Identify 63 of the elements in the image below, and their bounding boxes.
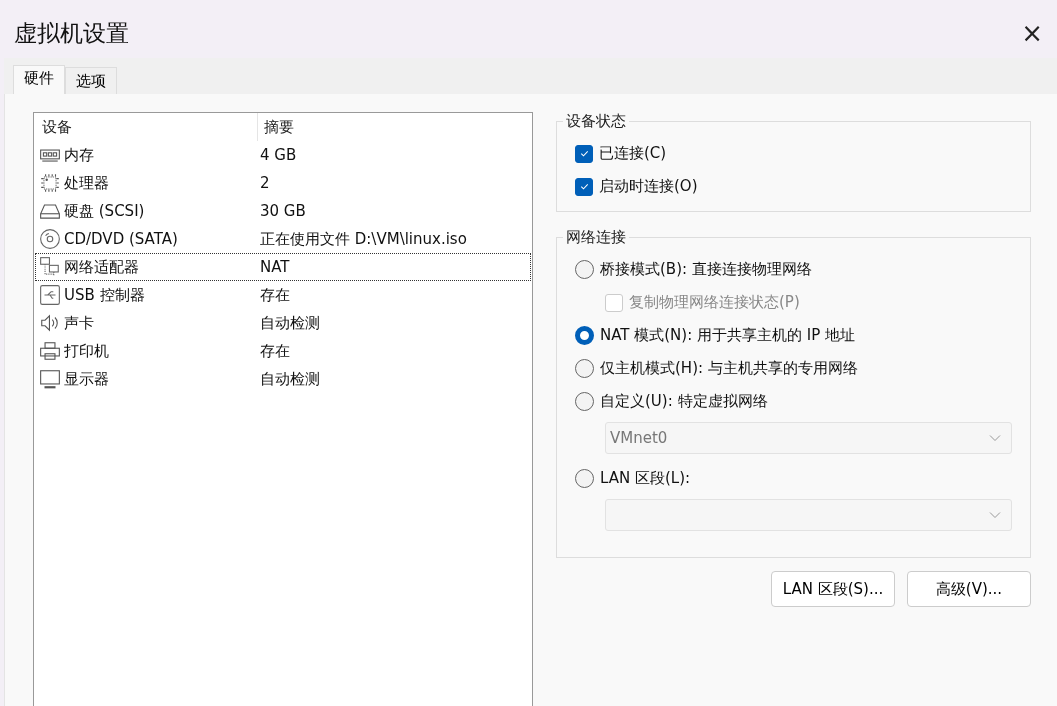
usb-icon [39, 284, 61, 306]
cpu-icon [39, 172, 61, 194]
radio-button[interactable] [575, 260, 594, 279]
column-header: 设备 [41, 117, 73, 137]
device-row[interactable]: 内存 4 GB [35, 141, 531, 169]
checkbox[interactable] [575, 177, 593, 196]
radio-label: 自定义(U): 特定虚拟网络 [600, 392, 768, 411]
cd-icon [39, 228, 61, 250]
tab[interactable]: 选项 [65, 67, 117, 94]
check-icon [578, 181, 590, 192]
network-icon [39, 256, 61, 278]
window-title: 虚拟机设置 [14, 18, 129, 48]
radio-label: 仅主机模式(H): 与主机共享的专用网络 [600, 359, 858, 378]
display-icon [39, 368, 61, 390]
device-summary: 正在使用文件 D:\VM\linux.iso [260, 229, 468, 249]
device-row[interactable]: 显示器 自动检测 [35, 365, 531, 393]
device-row[interactable]: 网络适配器 NAT [35, 253, 531, 281]
device-name: 内存 [64, 145, 94, 165]
radio-button[interactable] [575, 359, 594, 378]
device-summary: 2 [260, 174, 271, 192]
device-row[interactable]: 处理器 2 [35, 169, 531, 197]
device-summary: 自动检测 [260, 369, 321, 389]
dialog-button[interactable]: 高级(V)... [907, 571, 1031, 607]
device-summary: 自动检测 [260, 313, 321, 333]
device-name: 声卡 [64, 313, 94, 333]
checkbox-label: 复制物理网络连接状态(P) [629, 293, 800, 312]
check-icon [578, 148, 590, 159]
device-name: 显示器 [64, 369, 109, 389]
device-name: 打印机 [64, 341, 109, 361]
radio-button[interactable] [575, 392, 594, 411]
device-summary: 30 GB [260, 202, 307, 220]
device-summary: NAT [260, 258, 291, 276]
radio-label: 桥接模式(B): 直接连接物理网络 [600, 260, 812, 279]
device-row[interactable]: 硬盘 (SCSI) 30 GB [35, 197, 531, 225]
dialog-button[interactable]: LAN 区段(S)... [771, 571, 895, 607]
group-title: 网络连接 [565, 228, 627, 247]
group-title: 设备状态 [565, 112, 627, 131]
device-summary: 存在 [260, 285, 291, 305]
column-header: 摘要 [257, 113, 532, 141]
printer-icon [39, 340, 61, 362]
close-button[interactable]: × [1015, 18, 1049, 48]
device-name: 网络适配器 [64, 257, 139, 277]
device-name: 硬盘 (SCSI) [64, 201, 145, 221]
device-summary: 存在 [260, 341, 291, 361]
caret-icon [989, 511, 1001, 519]
caret-icon [989, 434, 1001, 442]
sound-icon [39, 312, 61, 334]
checkbox-label: 已连接(C) [599, 144, 667, 163]
checkbox[interactable] [575, 144, 593, 163]
device-row[interactable]: 声卡 自动检测 [35, 309, 531, 337]
device-name: 处理器 [64, 173, 109, 193]
device-name: CD/DVD (SATA) [64, 230, 178, 248]
radio-label: LAN 区段(L): [600, 469, 691, 488]
radio-button[interactable] [575, 469, 594, 488]
device-summary: 4 GB [260, 146, 298, 164]
tab[interactable]: 硬件 [13, 65, 65, 94]
device-row[interactable]: CD/DVD (SATA) 正在使用文件 D:\VM\linux.iso [35, 225, 531, 253]
device-row[interactable]: 打印机 存在 [35, 337, 531, 365]
checkbox-label: 启动时连接(O) [599, 177, 698, 196]
radio-button[interactable] [575, 326, 594, 345]
radio-label: NAT 模式(N): 用于共享主机的 IP 地址 [600, 326, 855, 345]
device-row[interactable]: USB 控制器 存在 [35, 281, 531, 309]
device-name: USB 控制器 [64, 285, 145, 305]
